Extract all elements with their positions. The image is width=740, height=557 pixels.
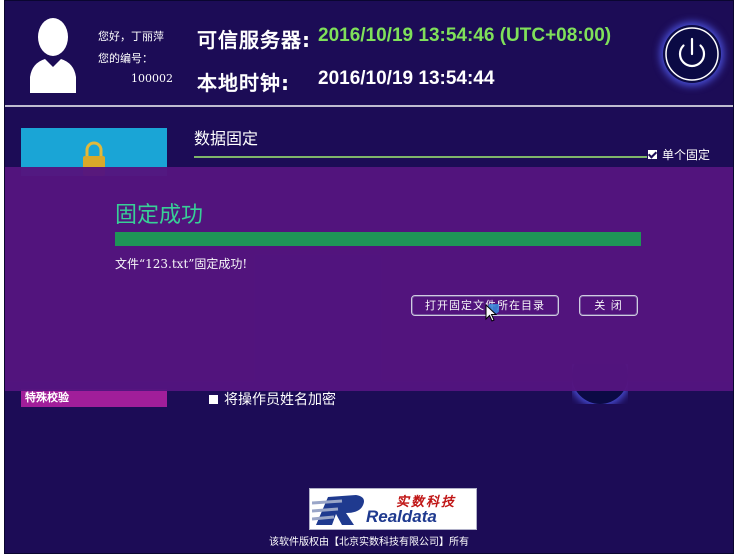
close-button[interactable]: 关 闭 — [579, 295, 638, 316]
encrypt-operator-label: 将操作员姓名加密 — [224, 392, 336, 408]
user-greeting: 您好，丁丽萍 — [98, 30, 164, 43]
progress-fill — [115, 232, 641, 246]
app-window: 您好，丁丽萍 您的编号： 100002 可信服务器: 2016/10/19 13… — [4, 0, 734, 554]
single-fix-label: 单个固定 — [662, 148, 711, 162]
server-time-label: 可信服务器: — [197, 28, 311, 52]
section-title: 数据固定 — [194, 129, 259, 148]
dialog-message: 文件“123.txt”固定成功! — [115, 257, 248, 271]
copyright-text: 该软件版权由【北京实数科技有限公司】所有 — [269, 537, 469, 548]
power-icon — [665, 27, 719, 81]
logo-english-text: Realdata — [366, 507, 437, 526]
server-time-value: 2016/10/19 13:54:46 (UTC+08:00) — [318, 25, 612, 46]
user-avatar-icon — [30, 18, 76, 93]
user-id-value: 100002 — [131, 72, 173, 85]
local-clock-value: 2016/10/19 13:54:44 — [318, 68, 495, 89]
user-id-label: 您的编号： — [98, 52, 153, 65]
local-clock-label: 本地时钟: — [197, 71, 290, 95]
sidebar-tile-special-check[interactable]: 特殊校验 — [21, 389, 167, 407]
dialog-title: 固定成功 — [115, 203, 204, 228]
progress-bar — [115, 232, 641, 246]
single-fix-checkbox[interactable] — [648, 150, 657, 159]
encrypt-operator-checkbox[interactable] — [209, 394, 218, 404]
encrypt-operator-option[interactable]: 将操作员姓名加密 — [209, 389, 336, 409]
logo-r-mark-icon — [312, 495, 364, 525]
header: 您好，丁丽萍 您的编号： 100002 可信服务器: 2016/10/19 13… — [5, 1, 733, 105]
success-dialog: 固定成功 文件“123.txt”固定成功! 打开固定文件所在目录 关 闭 — [5, 167, 733, 391]
section-divider — [194, 156, 647, 158]
company-logo: 实数科技 Realdata — [309, 488, 477, 530]
single-fix-option[interactable]: 单个固定 — [648, 146, 710, 163]
power-button[interactable] — [663, 25, 721, 83]
header-divider — [5, 105, 733, 107]
mouse-cursor-icon — [485, 304, 499, 322]
